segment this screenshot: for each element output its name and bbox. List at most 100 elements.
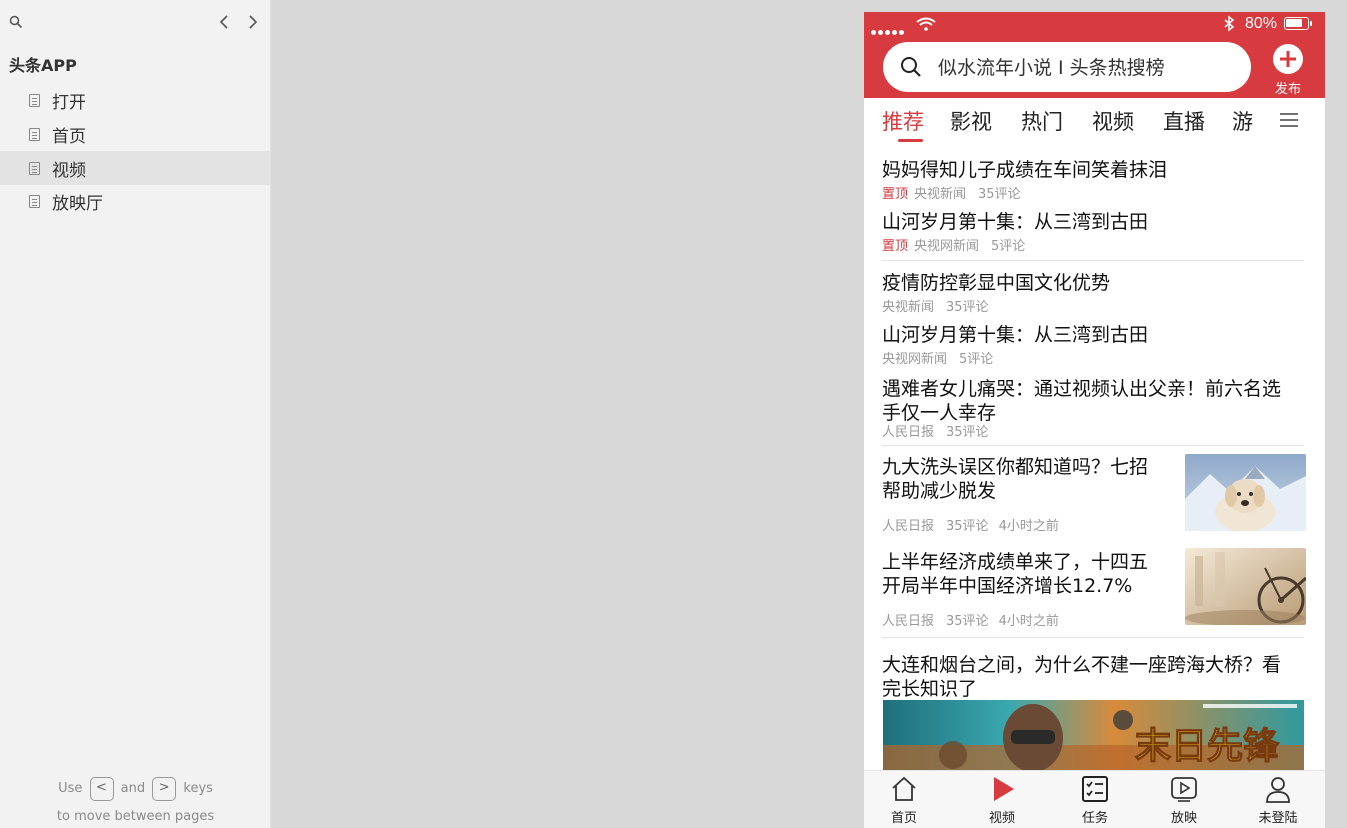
help-text-use: Use [58, 781, 83, 796]
nav-label: 视频 [988, 811, 1015, 826]
signal-dots-icon [871, 21, 913, 35]
next-key-icon: > [152, 776, 177, 801]
pinned-badge: 置顶 [882, 239, 909, 254]
wifi-icon [916, 17, 936, 31]
bottom-nav: 首页 视频 任务 放映 未登陆 [864, 770, 1325, 828]
tab-hot[interactable]: 热门 [1021, 108, 1063, 136]
help-text-keys: keys [183, 781, 213, 796]
nav-home[interactable]: 首页 [874, 775, 934, 828]
sidebar-page-label: 放映厅 [52, 193, 103, 214]
tab-recommend[interactable]: 推荐 [882, 108, 924, 136]
news-title-line: 遇难者女儿痛哭：通过视频认出父亲！前六名选 [882, 378, 1282, 400]
help-text-line2: to move between pages [56, 809, 215, 824]
news-title[interactable]: 山河岁月第十集：从三湾到古田 [882, 210, 1148, 234]
news-title-line: 九大洗头误区你都知道吗？七招 [882, 456, 1149, 478]
news-title[interactable]: 妈妈得知儿子成绩在车间笑着抹泪 [882, 158, 1167, 182]
nav-task[interactable]: 任务 [1065, 775, 1125, 828]
user-icon [1266, 777, 1290, 803]
bicycle-thumbnail[interactable] [1185, 548, 1306, 625]
bluetooth-icon [1224, 15, 1235, 32]
tab-game[interactable]: 游 [1232, 108, 1253, 136]
news-source: 人民日报 [882, 425, 935, 440]
news-title-line: 帮助减少脱发 [882, 480, 997, 502]
chevron-left-icon[interactable] [217, 13, 231, 31]
nav-label: 未登陆 [1258, 811, 1298, 826]
publish-label: 发布 [1274, 82, 1301, 97]
nav-login[interactable]: 未登陆 [1248, 775, 1308, 828]
news-title[interactable]: 大连和烟台之间，为什么不建一座跨海大桥？看 完长知识了 [882, 653, 1281, 701]
nav-video[interactable]: 视频 [972, 775, 1032, 828]
news-comments: 35评论 [946, 300, 989, 315]
phone-screen: 80% 似水流年小说 I 头条热搜榜 发布 推荐 影视 热门 视频 直播 游 妈… [864, 12, 1325, 828]
tab-film-tv[interactable]: 影视 [950, 108, 992, 136]
news-meta: 央视新闻 35评论 [882, 300, 989, 316]
news-source: 央视新闻 [914, 187, 967, 202]
news-title[interactable]: 遇难者女儿痛哭：通过视频认出父亲！前六名选 手仅一人幸存 [882, 377, 1281, 425]
sidebar-toolbar [0, 0, 271, 44]
battery-icon [1284, 17, 1312, 30]
news-comments: 35评论 [978, 187, 1021, 202]
search-bar[interactable]: 似水流年小说 I 头条热搜榜 [883, 42, 1251, 92]
status-bar: 80% [864, 12, 1325, 36]
news-title-line: 大连和烟台之间，为什么不建一座跨海大桥？看 [882, 654, 1282, 676]
sidebar-page-open[interactable]: 打开 [0, 83, 271, 117]
nav-screening[interactable]: 放映 [1154, 775, 1214, 828]
news-meta: 置顶 央视新闻 35评论 [882, 187, 1021, 203]
chevron-right-icon[interactable] [246, 13, 260, 31]
category-tabs: 推荐 影视 热门 视频 直播 游 [864, 98, 1325, 146]
tab-video[interactable]: 视频 [1092, 108, 1134, 136]
divider [882, 637, 1304, 638]
news-title[interactable]: 山河岁月第十集：从三湾到古田 [882, 323, 1148, 347]
news-source: 人民日报 [882, 614, 935, 629]
news-comments: 35评论 [946, 614, 989, 629]
puppy-snow-photo-icon [1185, 454, 1306, 531]
news-title-line: 完长知识了 [882, 678, 978, 700]
sidebar-page-label: 首页 [52, 126, 86, 147]
tab-live[interactable]: 直播 [1163, 108, 1205, 136]
divider [882, 445, 1304, 446]
publish-button[interactable]: 发布 [1268, 43, 1308, 98]
news-title-line: 手仅一人幸存 [882, 402, 997, 424]
news-meta: 央视网新闻 5评论 [882, 352, 993, 368]
keyboard-help: Use < and > keys to move between pages [0, 776, 271, 828]
nav-label: 放映 [1170, 811, 1197, 826]
news-title[interactable]: 疫情防控彰显中国文化优势 [882, 271, 1110, 295]
prev-key-icon: < [89, 776, 114, 801]
divider [882, 260, 1304, 261]
sidebar-page-label: 视频 [52, 160, 86, 181]
news-title[interactable]: 上半年经济成绩单来了，十四五 开局半年中国经济增长12.7% [882, 550, 1148, 598]
news-comments: 5评论 [991, 239, 1026, 254]
document-icon [29, 93, 40, 107]
movie-poster-icon: 末日先锋 [883, 700, 1304, 770]
home-icon [892, 776, 916, 801]
news-time: 4小时之前 [998, 614, 1059, 629]
help-text-and: and [120, 781, 146, 796]
search-icon [901, 57, 921, 77]
app-header: 80% 似水流年小说 I 头条热搜榜 发布 [864, 12, 1325, 98]
news-meta: 置顶 央视网新闻 5评论 [882, 239, 1025, 255]
active-tab-indicator [898, 139, 923, 142]
puppy-thumbnail[interactable] [1185, 454, 1306, 531]
menu-icon[interactable] [1280, 112, 1298, 128]
news-source: 央视网新闻 [882, 352, 948, 367]
battery-percent: 80% [1245, 15, 1278, 32]
news-source: 央视新闻 [882, 300, 935, 315]
project-title: 头条APP [9, 56, 77, 75]
news-meta: 人民日报 35评论 [882, 425, 989, 441]
news-time: 4小时之前 [998, 519, 1059, 534]
sidebar-page-video[interactable]: 视频 [0, 151, 271, 185]
search-placeholder: 似水流年小说 I 头条热搜榜 [938, 57, 1165, 79]
sidebar-page-home[interactable]: 首页 [0, 117, 271, 151]
news-meta: 人民日报 35评论 4小时之前 [882, 614, 1059, 630]
news-meta: 人民日报 35评论 4小时之前 [882, 519, 1059, 535]
news-source: 央视网新闻 [914, 239, 980, 254]
news-title-line: 上半年经济成绩单来了，十四五 [882, 551, 1149, 573]
movie-poster-banner[interactable]: 末日先锋 [883, 700, 1304, 770]
sidebar-page-theater[interactable]: 放映厅 [0, 184, 271, 218]
poster-title: 末日先锋 [1135, 726, 1280, 767]
news-comments: 35评论 [946, 519, 989, 534]
news-title[interactable]: 九大洗头误区你都知道吗？七招 帮助减少脱发 [882, 455, 1148, 503]
document-icon [29, 127, 40, 141]
pages-sidebar: 头条APP 打开 首页 视频 放映厅 Use < and > keys to m… [0, 0, 271, 828]
search-icon[interactable] [9, 15, 23, 29]
